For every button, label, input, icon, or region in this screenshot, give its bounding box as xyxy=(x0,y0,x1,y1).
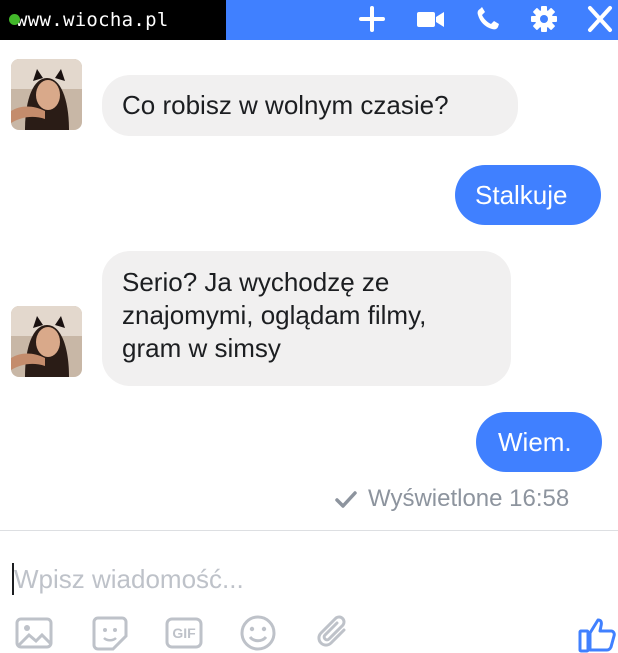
message-bubble-outgoing: Wiem. xyxy=(476,412,602,472)
message-input[interactable] xyxy=(10,561,534,597)
seen-text: Wyświetlone 16:58 xyxy=(368,485,570,512)
message-text: Co robisz w wolnym czasie? xyxy=(122,90,449,120)
chat-header: www.wiocha.pl xyxy=(0,0,618,40)
emoji-icon[interactable] xyxy=(238,613,278,653)
message-bubble-outgoing: Stalkuje xyxy=(455,165,601,225)
gear-icon[interactable] xyxy=(528,4,560,34)
message-bubble-incoming: Co robisz w wolnym czasie? xyxy=(102,75,518,136)
checkmark-icon xyxy=(335,491,357,508)
message-line: znajomymi, oglądam filmy, xyxy=(122,300,427,330)
contact-avatar[interactable] xyxy=(11,59,82,130)
sticker-icon[interactable] xyxy=(90,613,130,653)
image-icon[interactable] xyxy=(14,613,54,653)
watermark: www.wiocha.pl xyxy=(0,0,226,40)
contact-avatar[interactable] xyxy=(11,306,82,377)
online-status-dot xyxy=(9,14,20,25)
message-text: Stalkuje xyxy=(475,180,568,210)
like-icon[interactable] xyxy=(578,613,618,653)
text-caret xyxy=(12,563,14,595)
gif-label: GIF xyxy=(172,625,196,641)
seen-status: Wyświetlone 16:58 xyxy=(334,482,569,516)
message-line: gram w simsy xyxy=(122,333,281,363)
message-text: Wiem. xyxy=(498,427,572,457)
message-bubble-incoming: Serio? Ja wychodzę ze znajomymi, oglądam… xyxy=(102,251,511,386)
gif-icon[interactable]: GIF xyxy=(164,613,204,653)
video-icon[interactable] xyxy=(414,4,446,34)
close-icon[interactable] xyxy=(584,4,616,34)
phone-icon[interactable] xyxy=(472,4,504,34)
message-line: Serio? Ja wychodzę ze xyxy=(122,267,390,297)
plus-icon[interactable] xyxy=(356,4,388,34)
message-composer: GIF xyxy=(0,531,618,653)
attachment-icon[interactable] xyxy=(314,613,354,653)
